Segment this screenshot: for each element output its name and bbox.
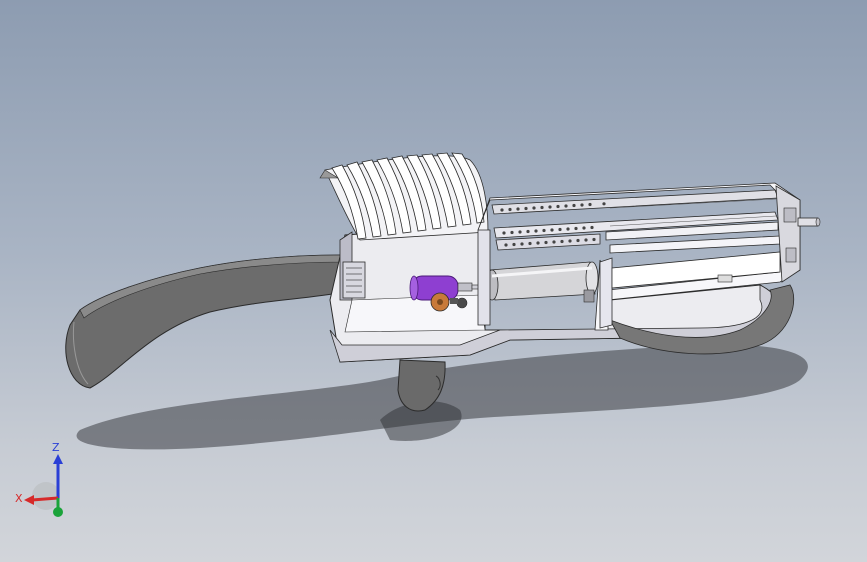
z-axis-label: Z	[52, 441, 60, 454]
flywheel-cylinder[interactable]	[485, 261, 599, 303]
side-block[interactable]	[342, 261, 366, 299]
x-axis-line	[31, 496, 59, 502]
triad-sphere	[32, 482, 60, 510]
feed-ribs[interactable]	[319, 152, 489, 241]
muzzle-stub[interactable]	[797, 217, 821, 227]
3d-model-scene[interactable]	[0, 0, 867, 562]
x-axis-label: X	[15, 492, 23, 505]
orientation-triad: Z X	[14, 440, 74, 526]
y-axis-tip	[53, 507, 63, 517]
z-axis-arrow	[53, 454, 63, 464]
graphics-viewport[interactable]: Z X	[0, 0, 867, 562]
upper-rails[interactable]	[491, 189, 781, 254]
x-axis-arrow	[24, 495, 34, 505]
stock[interactable]	[65, 254, 346, 389]
